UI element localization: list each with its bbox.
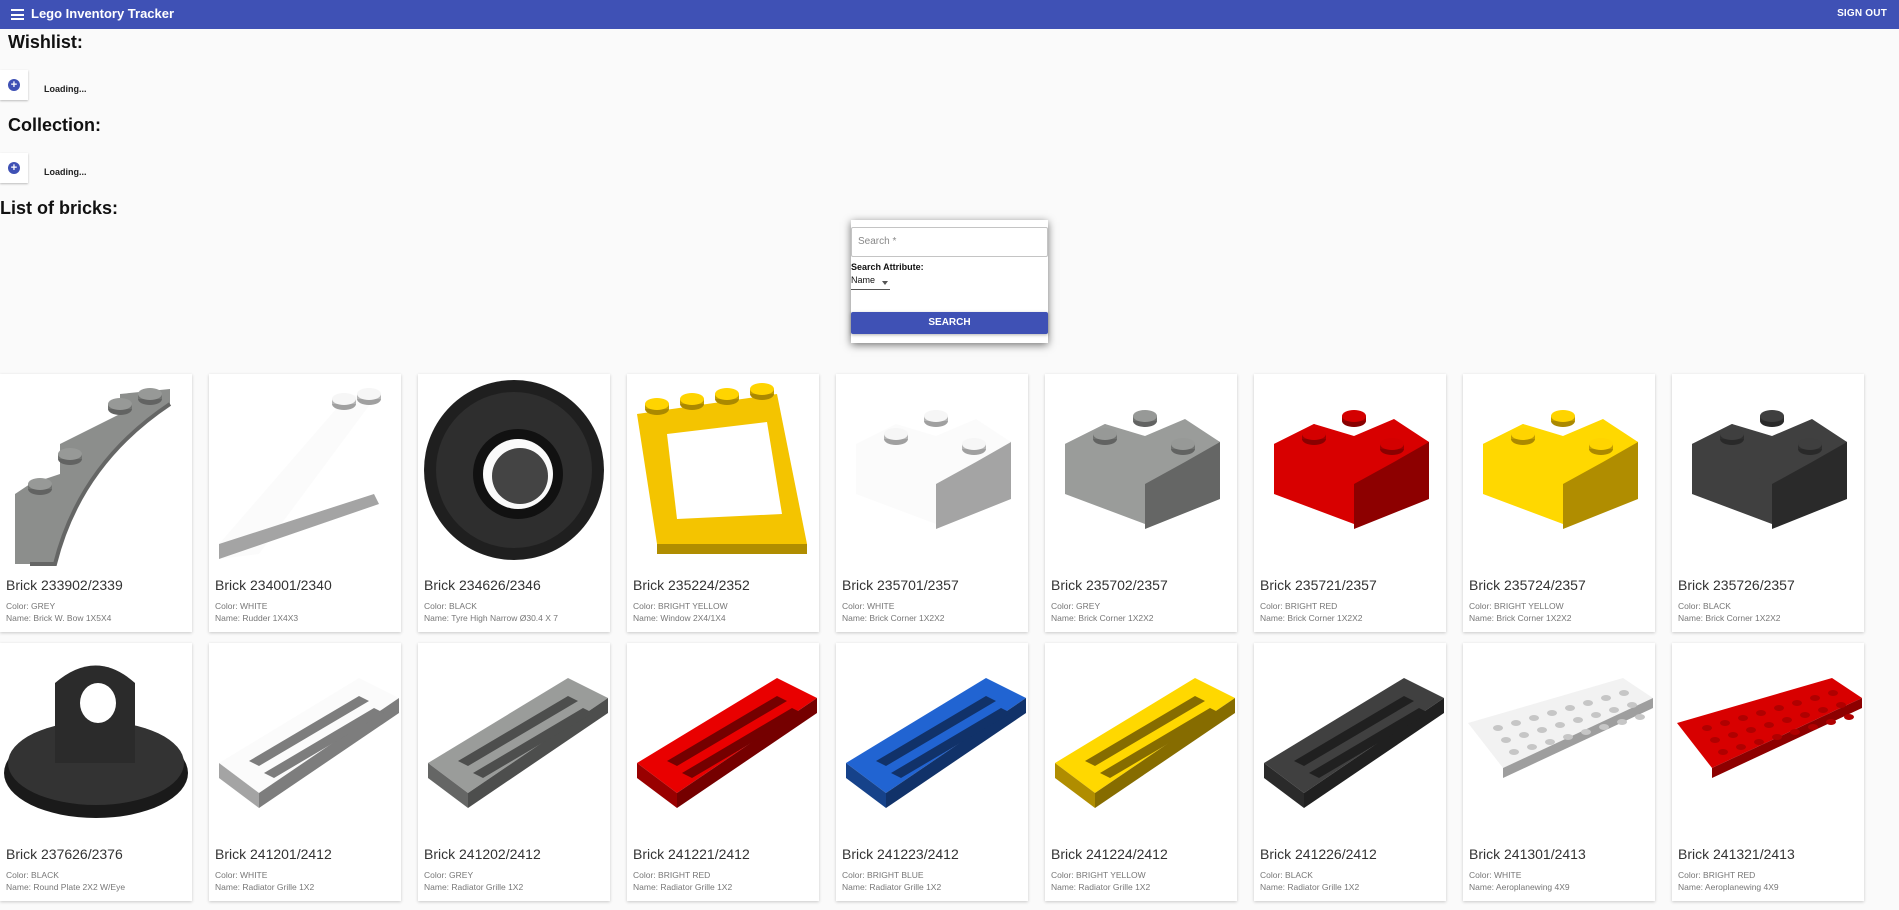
search-attribute-value: Name — [851, 275, 876, 285]
brick-name: Name: Tyre High Narrow Ø30.4 X 7 — [424, 613, 559, 623]
brick-card[interactable]: Brick 241224/2412 Color: BRIGHT YELLOW N… — [1045, 643, 1237, 901]
brick-name: Name: Radiator Grille 1X2 — [424, 882, 524, 892]
brick-card[interactable]: Brick 237626/2376 Color: BLACK Name: Rou… — [0, 643, 192, 901]
brick-color: Color: BRIGHT RED — [1678, 870, 1756, 880]
brick-color: Color: BLACK — [1678, 601, 1731, 611]
brick-name: Name: Brick Corner 1X2X2 — [1051, 613, 1154, 623]
brick-name: Name: Brick W. Bow 1X5X4 — [6, 613, 112, 623]
brick-name: Name: Brick Corner 1X2X2 — [1678, 613, 1781, 623]
brick-color: Color: GREY — [6, 601, 56, 611]
brick-title: Brick 233902/2339 — [6, 577, 123, 593]
brick-card[interactable]: Brick 241201/2412 Color: WHITE Name: Rad… — [209, 643, 401, 901]
brick-color: Color: WHITE — [842, 601, 895, 611]
brick-name: Name: Aeroplanewing 4X9 — [1469, 882, 1570, 892]
brick-color: Color: BRIGHT YELLOW — [1469, 601, 1564, 611]
brick-card[interactable]: Brick 241221/2412 Color: BRIGHT RED Name… — [627, 643, 819, 901]
brick-name: Name: Brick Corner 1X2X2 — [1469, 613, 1572, 623]
app-bar: Lego Inventory Tracker SIGN OUT — [0, 0, 1899, 29]
collection-loading: Loading... — [44, 167, 87, 177]
brick-card[interactable]: Brick 234626/2346 Color: BLACK Name: Tyr… — [418, 374, 610, 632]
brick-name: Name: Window 2X4/1X4 — [633, 613, 726, 623]
search-attribute-select[interactable]: Name — [851, 275, 890, 290]
brick-name: Name: Brick Corner 1X2X2 — [1260, 613, 1363, 623]
add-wishlist-button[interactable]: + — [0, 70, 28, 100]
brick-name: Name: Brick Corner 1X2X2 — [842, 613, 945, 623]
add-collection-button[interactable]: + — [0, 153, 28, 183]
brick-title: Brick 237626/2376 — [6, 846, 123, 862]
app-title: Lego Inventory Tracker — [31, 6, 175, 21]
search-attribute-label: Search Attribute: — [851, 262, 924, 272]
brick-title: Brick 241226/2412 — [1260, 846, 1377, 862]
brick-name: Name: Rudder 1X4X3 — [215, 613, 299, 623]
brick-title: Brick 235721/2357 — [1260, 577, 1377, 593]
brick-title: Brick 241301/2413 — [1469, 846, 1586, 862]
brick-color: Color: WHITE — [1469, 870, 1522, 880]
sign-out-button[interactable]: SIGN OUT — [1837, 8, 1887, 19]
brick-title: Brick 235724/2357 — [1469, 577, 1586, 593]
brick-title: Brick 241202/2412 — [424, 846, 541, 862]
brick-card[interactable]: Brick 241321/2413 Color: BRIGHT RED Name… — [1672, 643, 1864, 901]
menu-icon[interactable] — [11, 9, 24, 20]
brick-title: Brick 235726/2357 — [1678, 577, 1795, 593]
brick-name: Name: Radiator Grille 1X2 — [1051, 882, 1151, 892]
brick-title: Brick 241223/2412 — [842, 846, 959, 862]
brick-name: Name: Radiator Grille 1X2 — [215, 882, 315, 892]
search-input[interactable]: Search * — [851, 227, 1048, 257]
brick-name: Name: Radiator Grille 1X2 — [1260, 882, 1360, 892]
brick-title: Brick 234001/2340 — [215, 577, 332, 593]
brick-title: Brick 234626/2346 — [424, 577, 541, 593]
brick-card[interactable]: Brick 235702/2357 Color: GREY Name: Bric… — [1045, 374, 1237, 632]
search-panel: Search * Search Attribute: Name SEARCH — [851, 220, 1048, 343]
chevron-down-icon — [882, 281, 888, 285]
brick-color: Color: BLACK — [6, 870, 59, 880]
brick-title: Brick 241201/2412 — [215, 846, 332, 862]
brick-title: Brick 235702/2357 — [1051, 577, 1168, 593]
brick-name: Name: Radiator Grille 1X2 — [842, 882, 942, 892]
brick-card[interactable]: Brick 235726/2357 Color: BLACK Name: Bri… — [1672, 374, 1864, 632]
brick-color: Color: BRIGHT YELLOW — [633, 601, 728, 611]
brick-color: Color: GREY — [424, 870, 474, 880]
brick-title: Brick 241224/2412 — [1051, 846, 1168, 862]
search-button[interactable]: SEARCH — [851, 312, 1048, 334]
brick-card[interactable]: Brick 234001/2340 Color: WHITE Name: Rud… — [209, 374, 401, 632]
brick-color: Color: GREY — [1051, 601, 1101, 611]
brick-title: Brick 235701/2357 — [842, 577, 959, 593]
add-icon: + — [8, 162, 20, 174]
wishlist-heading: Wishlist: — [8, 32, 83, 52]
brick-color: Color: BLACK — [424, 601, 477, 611]
brick-color: Color: BRIGHT YELLOW — [1051, 870, 1146, 880]
brick-title: Brick 241321/2413 — [1678, 846, 1795, 862]
brick-name: Name: Radiator Grille 1X2 — [633, 882, 733, 892]
brick-color: Color: BRIGHT RED — [1260, 601, 1338, 611]
brick-color: Color: WHITE — [215, 870, 268, 880]
brick-name: Name: Aeroplanewing 4X9 — [1678, 882, 1779, 892]
brick-card[interactable]: Brick 235224/2352 Color: BRIGHT YELLOW N… — [627, 374, 819, 632]
brick-card[interactable]: Brick 241202/2412 Color: GREY Name: Radi… — [418, 643, 610, 901]
brick-card[interactable]: Brick 233902/2339 Color: GREY Name: Bric… — [0, 374, 192, 632]
bricks-heading: List of bricks: — [0, 198, 119, 218]
brick-card[interactable]: Brick 235724/2357 Color: BRIGHT YELLOW N… — [1463, 374, 1655, 632]
brick-color: Color: BRIGHT BLUE — [842, 870, 924, 880]
collection-heading: Collection: — [8, 115, 101, 135]
brick-color: Color: WHITE — [215, 601, 268, 611]
brick-card[interactable]: Brick 241301/2413 Color: WHITE Name: Aer… — [1463, 643, 1655, 901]
brick-card[interactable]: Brick 235721/2357 Color: BRIGHT RED Name… — [1254, 374, 1446, 632]
add-icon: + — [8, 79, 20, 91]
brick-color: Color: BRIGHT RED — [633, 870, 711, 880]
brick-card[interactable]: Brick 241226/2412 Color: BLACK Name: Rad… — [1254, 643, 1446, 901]
brick-name: Name: Round Plate 2X2 W/Eye — [6, 882, 126, 892]
brick-card[interactable]: Brick 235701/2357 Color: WHITE Name: Bri… — [836, 374, 1028, 632]
brick-title: Brick 235224/2352 — [633, 577, 750, 593]
brick-title: Brick 241221/2412 — [633, 846, 750, 862]
brick-color: Color: BLACK — [1260, 870, 1313, 880]
brick-card[interactable]: Brick 241223/2412 Color: BRIGHT BLUE Nam… — [836, 643, 1028, 901]
wishlist-loading: Loading... — [44, 84, 87, 94]
